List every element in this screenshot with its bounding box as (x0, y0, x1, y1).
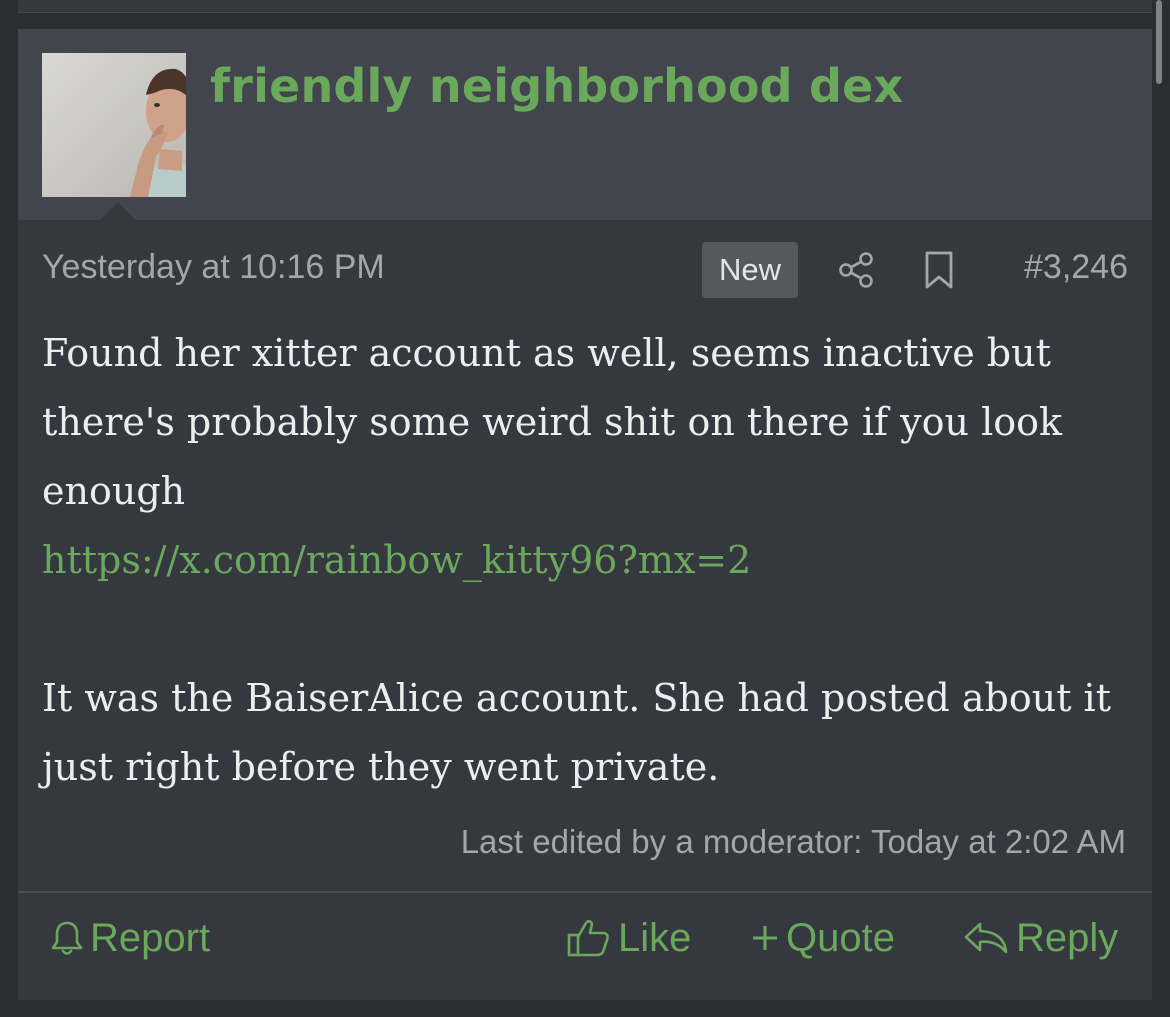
share-icon[interactable] (836, 250, 876, 290)
reply-button[interactable]: Reply (962, 913, 1118, 963)
bookmark-icon[interactable] (922, 250, 956, 290)
avatar[interactable] (42, 53, 186, 197)
reply-arrow-icon (964, 922, 1008, 954)
header-pointer (100, 202, 136, 220)
thumbs-up-icon (567, 919, 609, 957)
quote-button[interactable]: Quote (750, 913, 895, 963)
post-link[interactable]: https://x.com/rainbow_kitty96?mx=2 (42, 526, 1132, 595)
quote-label: Quote (786, 915, 895, 960)
scrollbar[interactable] (1156, 0, 1162, 84)
new-badge: New (702, 242, 798, 298)
report-label: Report (90, 915, 211, 960)
forum-post: friendly neighborhood dex Yesterday at 1… (18, 29, 1152, 1000)
post-timestamp[interactable]: Yesterday at 10:16 PM (42, 248, 385, 287)
report-button[interactable]: Report (50, 913, 210, 963)
post-body: Found her xitter account as well, seems … (42, 319, 1132, 802)
last-edited-note: Last edited by a moderator: Today at 2:0… (460, 823, 1126, 860)
author-username[interactable]: friendly neighborhood dex (210, 59, 903, 113)
previous-post-edge (18, 0, 1152, 13)
post-text-paragraph: It was the BaiserAlice account. She had … (42, 676, 1111, 789)
post-meta-row: Yesterday at 10:16 PM New #3,246 (42, 242, 1128, 298)
bell-icon (51, 921, 83, 955)
post-number-link[interactable]: #3,246 (1024, 248, 1128, 287)
post-author-header: friendly neighborhood dex (18, 29, 1152, 220)
plus-icon (753, 926, 777, 950)
post-text-paragraph: Found her xitter account as well, seems … (42, 331, 1063, 513)
post-actions-bar: Report Like Quote Reply (18, 893, 1152, 1000)
like-label: Like (618, 915, 692, 960)
avatar-image (42, 53, 186, 197)
like-button[interactable]: Like (566, 913, 691, 963)
reply-label: Reply (1016, 915, 1119, 960)
